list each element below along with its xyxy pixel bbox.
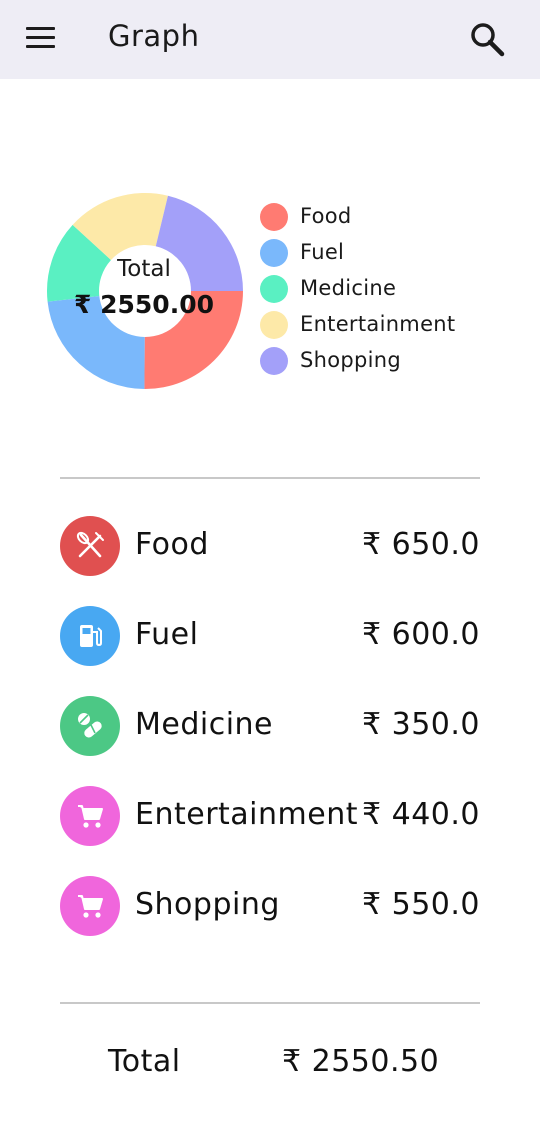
category-amount: ₹ 440.0 <box>361 797 480 832</box>
legend-dot <box>260 275 288 303</box>
divider <box>60 1002 480 1004</box>
fork-knife-icon <box>60 516 120 576</box>
chart-total-value: ₹ 2550.00 <box>74 290 214 319</box>
page-title: Graph <box>108 19 200 53</box>
category-amount: ₹ 600.0 <box>361 617 480 652</box>
category-row-food[interactable]: Food ₹ 650.0 <box>60 516 480 576</box>
app-bar: Graph <box>0 0 540 79</box>
category-row-entertainment[interactable]: Entertainment ₹ 440.0 <box>60 786 480 846</box>
legend-dot <box>260 203 288 231</box>
legend-item-fuel: Fuel <box>260 236 500 267</box>
cart-icon <box>60 786 120 846</box>
cart-icon <box>60 876 120 936</box>
search-icon[interactable] <box>468 20 508 60</box>
category-row-fuel[interactable]: Fuel ₹ 600.0 <box>60 606 480 666</box>
total-value: ₹ 2550.50 <box>282 1044 440 1079</box>
category-row-shopping[interactable]: Shopping ₹ 550.0 <box>60 876 480 936</box>
chart-total-label: Total <box>117 256 171 282</box>
legend-dot <box>260 311 288 339</box>
total-label: Total <box>108 1044 181 1079</box>
legend-label: Fuel <box>300 240 345 264</box>
legend-label: Medicine <box>300 276 397 300</box>
legend-dot <box>260 347 288 375</box>
legend-dot <box>260 239 288 267</box>
category-row-medicine[interactable]: Medicine ₹ 350.0 <box>60 696 480 756</box>
category-label: Medicine <box>135 707 274 742</box>
category-label: Food <box>135 527 209 562</box>
legend-item-medicine: Medicine <box>260 272 500 303</box>
divider <box>60 477 480 479</box>
legend-item-shopping: Shopping <box>260 344 500 375</box>
pill-icon <box>60 696 120 756</box>
category-label: Entertainment <box>135 797 358 832</box>
category-amount: ₹ 650.0 <box>361 527 480 562</box>
hamburger-menu-icon[interactable] <box>26 27 56 51</box>
legend-item-entertainment: Entertainment <box>260 308 500 339</box>
category-amount: ₹ 550.0 <box>361 887 480 922</box>
category-label: Fuel <box>135 617 199 652</box>
category-amount: ₹ 350.0 <box>361 707 480 742</box>
legend-label: Food <box>300 204 352 228</box>
category-label: Shopping <box>135 887 280 922</box>
legend-item-food: Food <box>260 200 500 231</box>
fuel-pump-icon <box>60 606 120 666</box>
legend-label: Entertainment <box>300 312 456 336</box>
legend-label: Shopping <box>300 348 402 372</box>
